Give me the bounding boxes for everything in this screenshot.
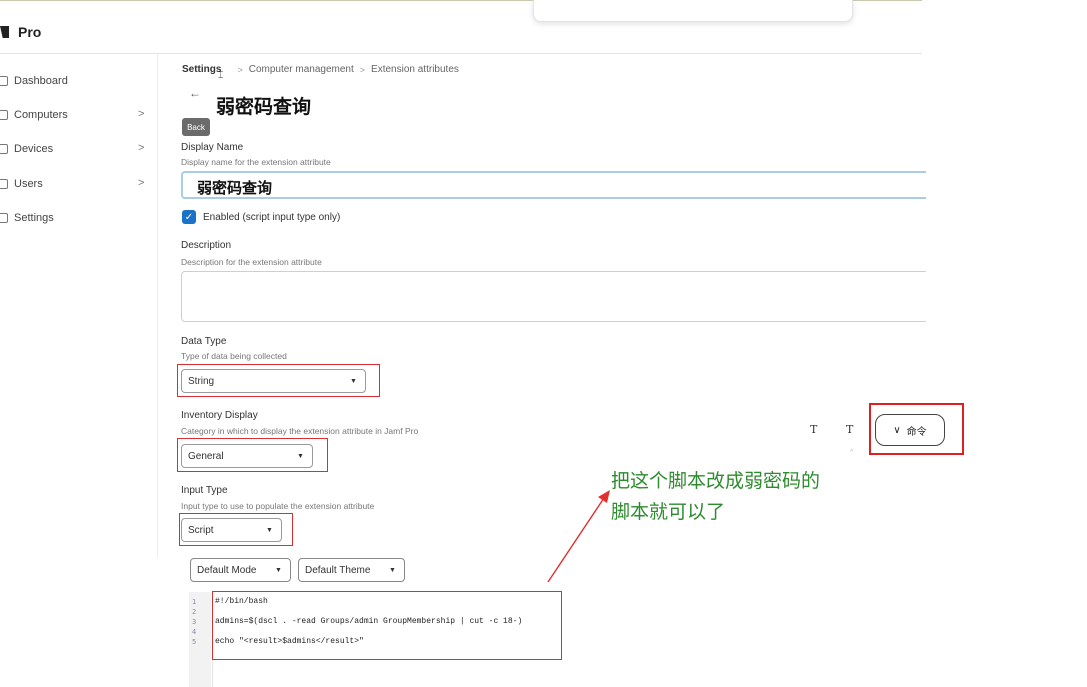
command-label: 命令: [906, 426, 927, 438]
editor-theme-value: Default Theme: [305, 564, 371, 576]
data-type-hint: Type of data being collected: [181, 351, 287, 361]
chevron-down-icon: ∨: [893, 424, 901, 436]
editor-mode-select[interactable]: Default Mode ▼: [190, 558, 291, 582]
sidebar-item-settings[interactable]: Settings: [0, 207, 158, 229]
line-number: 2: [192, 608, 197, 616]
arrow-line: [547, 497, 605, 583]
inventory-display-label: Inventory Display: [181, 410, 258, 421]
page-title: 弱密码查询: [216, 97, 312, 118]
editor-theme-select[interactable]: Default Theme ▼: [298, 558, 405, 582]
description-label: Description: [181, 240, 232, 251]
gear-icon: [0, 213, 8, 223]
breadcrumb-separator: >: [237, 64, 243, 75]
caret-down-icon: ▼: [389, 567, 396, 574]
chevron-right-icon: >: [138, 177, 145, 189]
breadcrumb-extension-attributes: Extension attributes: [371, 64, 459, 75]
command-button[interactable]: ∨ 命令: [875, 414, 945, 446]
sidebar-item-label: Dashboard: [14, 75, 68, 87]
users-icon: [0, 179, 8, 189]
data-type-select[interactable]: String ▼: [181, 369, 366, 393]
description-hint: Description for the extension attribute: [181, 257, 322, 267]
line-number: 5: [192, 638, 197, 646]
text-size-decrease-icon[interactable]: T: [810, 423, 817, 436]
caret-down-icon: ▼: [297, 453, 304, 460]
annotation-line-2: 脚本就可以了: [611, 502, 726, 523]
line-number-gutter: 1 2 3 4 5: [189, 592, 211, 687]
back-tooltip: Back: [182, 118, 210, 136]
input-type-select[interactable]: Script ▼: [181, 518, 282, 542]
sidebar-item-devices[interactable]: Devices >: [0, 138, 158, 160]
input-type-value: Script: [188, 524, 214, 536]
inventory-display-select[interactable]: General ▼: [181, 444, 313, 468]
check-icon: ✓: [184, 211, 194, 223]
dashboard-icon: [0, 76, 8, 86]
sidebar-item-label: Computers: [14, 109, 68, 121]
editor-mode-value: Default Mode: [197, 564, 257, 576]
sidebar-item-users[interactable]: Users >: [0, 173, 158, 195]
breadcrumb-separator: >: [359, 64, 366, 75]
input-type-hint: Input type to use to populate the extens…: [181, 501, 375, 511]
caret-up-icon: ^: [850, 449, 854, 456]
description-textarea[interactable]: [181, 271, 926, 322]
caret-down-icon: ▼: [275, 567, 282, 574]
input-type-label: Input Type: [181, 485, 228, 496]
data-type-value: String: [188, 375, 215, 387]
enabled-checkbox[interactable]: ✓: [182, 210, 196, 224]
line-number: 4: [192, 628, 197, 636]
sidebar-item-computers[interactable]: Computers >: [0, 104, 158, 126]
chevron-right-icon: >: [138, 142, 145, 154]
data-type-label: Data Type: [181, 336, 227, 347]
annotation-line-1: 把这个脚本改成弱密码的: [611, 471, 821, 492]
display-name-input[interactable]: 弱密码查询: [181, 171, 926, 199]
computer-icon: [0, 110, 8, 120]
line-number: 3: [192, 618, 197, 626]
line-number: 1: [192, 598, 197, 606]
back-arrow-icon[interactable]: ←: [189, 86, 201, 100]
breadcrumb-settings[interactable]: Settings: [182, 64, 221, 75]
inventory-display-value: General: [188, 450, 224, 462]
inventory-display-hint: Category in which to display the extensi…: [181, 426, 419, 436]
caret-down-icon: ▼: [266, 527, 273, 534]
brand-name: Pro: [18, 24, 42, 40]
caret-down-icon: ▼: [350, 378, 357, 385]
breadcrumb: Settings > Computer management > Extensi…: [182, 64, 459, 75]
breadcrumb-computer-management[interactable]: Computer management: [249, 64, 354, 75]
chevron-right-icon: >: [138, 108, 145, 120]
sidebar-item-dashboard[interactable]: Dashboard: [0, 70, 158, 92]
sidebar-item-label: Users: [14, 178, 43, 190]
text-size-increase-icon[interactable]: T: [846, 423, 853, 436]
script-highlight-box: [212, 591, 562, 660]
sidebar-item-label: Settings: [14, 212, 54, 224]
dropdown-popover: [533, 0, 853, 22]
sidebar: Dashboard Computers > Devices > Users > …: [0, 54, 158, 558]
display-name-hint: Display name for the extension attribute: [181, 157, 331, 167]
enabled-label: Enabled (script input type only): [203, 212, 341, 223]
display-name-label: Display Name: [181, 142, 244, 153]
text-cursor-icon: ⌶: [218, 70, 224, 80]
annotation-arrow: [547, 490, 610, 583]
arrow-head-icon: [598, 490, 610, 503]
annotation-text: 把这个脚本改成弱密码的 脚本就可以了: [611, 466, 911, 528]
sidebar-item-label: Devices: [14, 143, 54, 155]
device-icon: [0, 144, 8, 154]
